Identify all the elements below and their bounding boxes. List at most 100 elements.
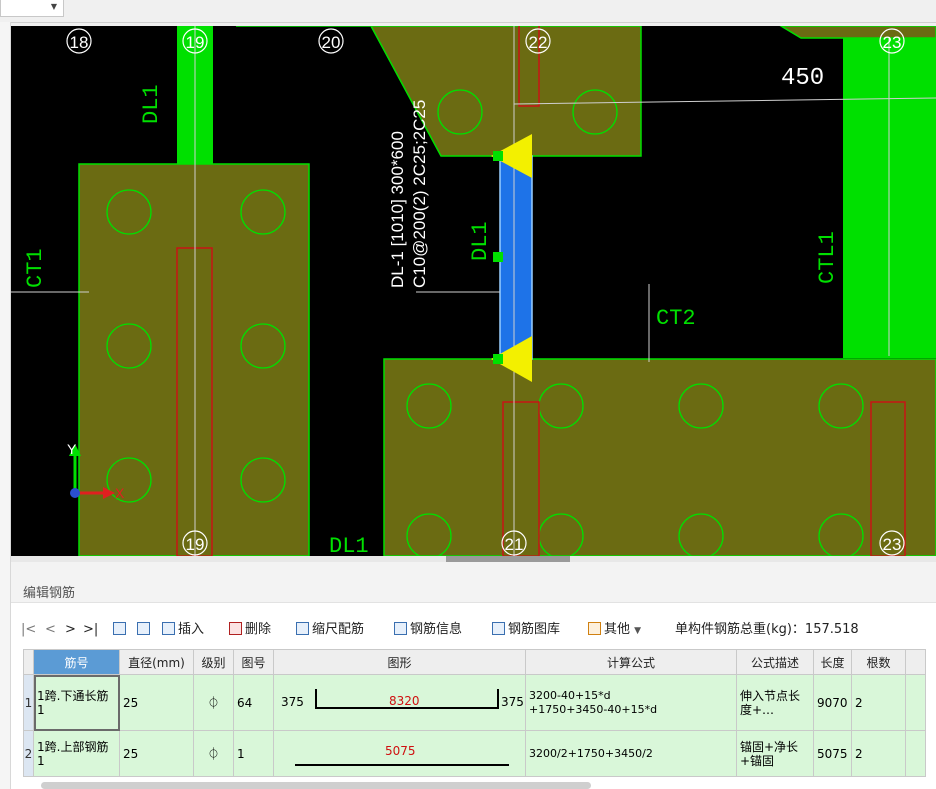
header-bar-no[interactable]: 筋号 [33, 649, 120, 675]
move-up-icon[interactable] [113, 621, 129, 639]
label-ct2: CT2 [656, 306, 696, 331]
cell-formula[interactable]: 3200/2+1750+3450/2 [525, 730, 737, 777]
delete-icon [229, 622, 242, 635]
cad-drawing: 18 19 20 22 23 19 21 23 450 DL-1 [1010] … [11, 26, 936, 556]
cell-grade[interactable]: ⏀ [193, 730, 234, 777]
beam-annotation-line1: DL-1 [1010] 300*600 [388, 131, 407, 288]
cell-formula-desc[interactable]: 伸入节点长度+… [736, 674, 814, 731]
left-side-panel [0, 22, 11, 789]
cell-length[interactable]: 9070 [813, 674, 852, 731]
row-number[interactable]: 2 [23, 730, 34, 777]
label-ctl1: CTL1 [815, 231, 840, 284]
insert-button[interactable]: 插入 [162, 621, 204, 639]
table-header: 筋号 直径(mm) 级别 图号 图形 计算公式 公式描述 长度 根数 [23, 649, 926, 675]
beam-annotation-line2: C10@200(2) 2C25;2C25 [410, 100, 429, 288]
cell-diameter[interactable]: 25 [119, 674, 194, 731]
shape-main-length: 5075 [385, 743, 416, 758]
cad-canvas[interactable]: 18 19 20 22 23 19 21 23 450 DL-1 [1010] … [11, 26, 936, 556]
cell-extra[interactable] [905, 730, 926, 777]
axis-label-19-top: 19 [186, 33, 205, 52]
cell-figure-no[interactable]: 1 [233, 730, 274, 777]
table-row[interactable]: 1 1跨.下通长筋1 25 ⏀ 64 375 8320 375 3200-40+… [23, 674, 926, 731]
cell-grade[interactable]: ⏀ [193, 674, 234, 731]
insert-icon [162, 622, 175, 635]
axis-label-23-top: 23 [883, 33, 902, 52]
shape-straight-line [295, 763, 509, 766]
origin-dot [70, 488, 80, 498]
grip-handle-mid[interactable] [493, 252, 503, 262]
rebar-library-button[interactable]: 钢筋图库 [492, 621, 560, 639]
grip-handle-bottom[interactable] [493, 354, 503, 364]
table-row[interactable]: 2 1跨.上部钢筋1 25 ⏀ 1 5075 3200/2+1750+3450/… [23, 730, 926, 777]
label-dl1-bottom: DL1 [329, 534, 369, 556]
cell-formula[interactable]: 3200-40+15*d +1750+3450-40+15*d [525, 674, 737, 731]
selected-beam-dl1[interactable] [499, 155, 533, 360]
info-icon [394, 622, 407, 635]
panel-title: 编辑钢筋 [23, 586, 76, 601]
dropdown-arrow-icon: ▼ [634, 626, 642, 636]
scale-rebar-button[interactable]: 缩尺配筋 [296, 621, 364, 639]
cell-length[interactable]: 5075 [813, 730, 852, 777]
cell-diameter[interactable]: 25 [119, 730, 194, 777]
header-length[interactable]: 长度 [813, 649, 852, 675]
axis-label-21: 21 [505, 535, 524, 554]
row-number[interactable]: 1 [23, 674, 34, 731]
delete-button[interactable]: 删除 [229, 621, 271, 639]
rebar-shape-figure: 375 8320 375 [277, 683, 524, 723]
cell-figure-no[interactable]: 64 [233, 674, 274, 731]
y-axis-label: Y [67, 441, 77, 457]
library-icon [492, 622, 505, 635]
rebar-toolbar: |< < > >| 插入 删除 缩尺配筋 钢筋信息 钢筋图库 其他 ▼ 单构件钢… [11, 618, 936, 642]
delete-label: 删除 [245, 622, 272, 637]
cell-bar-name[interactable]: 1跨.下通长筋1 [33, 674, 120, 731]
cell-bar-name[interactable]: 1跨.上部钢筋1 [33, 730, 120, 777]
header-figure-no[interactable]: 图号 [233, 649, 274, 675]
header-grade[interactable]: 级别 [193, 649, 234, 675]
ruler-icon [296, 622, 309, 635]
label-ct1: CT1 [23, 248, 48, 288]
header-formula[interactable]: 计算公式 [525, 649, 737, 675]
insert-label: 插入 [178, 622, 205, 637]
horizontal-scrollbar[interactable] [41, 782, 591, 789]
prev-record-button[interactable]: < [45, 621, 56, 639]
pile-cap-left [78, 163, 310, 556]
total-weight: 单构件钢筋总重(kg)：157.518 [675, 622, 859, 637]
first-record-button[interactable]: |< [21, 621, 36, 639]
cell-count[interactable]: 2 [851, 730, 906, 777]
formula-line1: 3200-40+15*d [529, 688, 611, 702]
header-count[interactable]: 根数 [851, 649, 906, 675]
pile-cap-top [236, 26, 642, 157]
rebar-info-button[interactable]: 钢筋信息 [394, 621, 462, 639]
top-combo[interactable]: ▼ [0, 0, 64, 17]
other-icon [588, 622, 601, 635]
edit-rebar-panel: 编辑钢筋 |< < > >| 插入 删除 缩尺配筋 钢筋信息 钢筋图库 其他 ▼… [11, 562, 936, 789]
cell-shape[interactable]: 375 8320 375 [273, 674, 526, 731]
rebar-info-label: 钢筋信息 [410, 622, 463, 637]
x-axis-label: X [115, 485, 125, 501]
dimension-450: 450 [781, 65, 824, 92]
shape-main-length: 8320 [389, 693, 420, 708]
header-shape[interactable]: 图形 [273, 649, 526, 675]
move-down-icon[interactable] [137, 621, 153, 639]
header-diameter[interactable]: 直径(mm) [119, 649, 194, 675]
cell-formula-desc[interactable]: 锚固+净长+锚固 [736, 730, 814, 777]
other-menu-button[interactable]: 其他 ▼ [588, 621, 641, 639]
scale-rebar-label: 缩尺配筋 [312, 622, 365, 637]
label-dl1-mid: DL1 [468, 221, 493, 261]
rebar-table: 筋号 直径(mm) 级别 图号 图形 计算公式 公式描述 长度 根数 1 1跨.… [23, 649, 926, 777]
cell-extra[interactable] [905, 674, 926, 731]
next-record-button[interactable]: > [65, 621, 76, 639]
header-formula-desc[interactable]: 公式描述 [736, 649, 814, 675]
formula-line2: +1750+3450-40+15*d [529, 702, 658, 716]
last-record-button[interactable]: >| [83, 621, 98, 639]
chevron-down-icon[interactable]: ▼ [51, 3, 57, 11]
panel-title-bar: 编辑钢筋 [11, 562, 936, 603]
axis-label-22: 22 [529, 33, 548, 52]
cell-shape[interactable]: 5075 [273, 730, 526, 777]
label-dl1-top: DL1 [139, 84, 164, 124]
header-extra [905, 649, 926, 675]
grip-handle-top[interactable] [493, 151, 503, 161]
rebar-library-label: 钢筋图库 [508, 622, 561, 637]
cell-count[interactable]: 2 [851, 674, 906, 731]
axis-label-20: 20 [322, 33, 341, 52]
